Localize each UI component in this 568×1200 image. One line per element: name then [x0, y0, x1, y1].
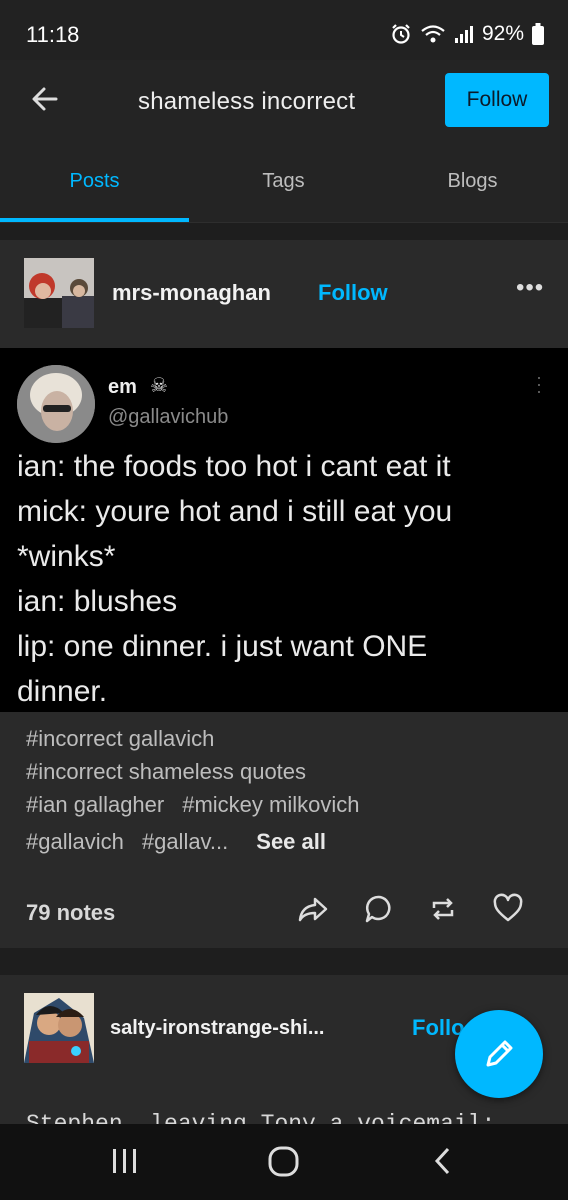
wifi-icon [421, 25, 445, 43]
reblog-icon[interactable] [428, 892, 458, 926]
pencil-icon [486, 1040, 513, 1067]
notes-count[interactable]: 79 notes [26, 900, 115, 926]
search-query-title[interactable]: shameless incorrect [138, 88, 355, 116]
tag-link[interactable]: #mickey milkovich [182, 792, 359, 817]
reply-icon[interactable] [364, 892, 394, 926]
post-actions [296, 892, 524, 926]
tweet-avatar [17, 365, 95, 443]
recent-apps-icon[interactable] [110, 1144, 140, 1178]
alarm-icon [392, 24, 410, 44]
status-bar: 11:18 92% [0, 0, 568, 60]
tweet-line: ian: the foods too hot i cant eat it [17, 450, 451, 483]
tab-tags[interactable]: Tags [189, 170, 378, 193]
share-icon[interactable] [296, 892, 330, 926]
back-button[interactable] [28, 82, 62, 116]
battery-icon [532, 23, 544, 45]
tag-link[interactable]: #gallav... [142, 829, 228, 854]
follow-search-button[interactable]: Follow [445, 73, 549, 127]
tag-link[interactable]: #incorrect gallavich [26, 726, 214, 751]
blog-name[interactable]: mrs-monaghan [112, 280, 271, 306]
see-all-tags-button[interactable]: See all [256, 829, 326, 854]
home-icon[interactable] [266, 1144, 302, 1178]
tag-link[interactable]: #gallavich [26, 829, 124, 854]
skull-crossbones-icon: ☠ [150, 375, 168, 397]
tweet-more-icon: · · · [536, 367, 542, 401]
signal-icon [454, 26, 473, 43]
blog-avatar[interactable] [24, 258, 94, 328]
tweet-author-name: em [108, 376, 137, 398]
tab-posts[interactable]: Posts [0, 170, 189, 193]
tweet-line: dinner. [17, 675, 108, 708]
system-navigation-bar [0, 1124, 568, 1200]
tag-link[interactable]: #incorrect shameless quotes [26, 759, 306, 784]
tweet-line: lip: one dinner. i just want ONE [17, 630, 428, 663]
status-icons: 92% [390, 22, 544, 46]
follow-blog-button[interactable]: Follow [318, 280, 388, 306]
tweet-handle: @gallavichub [108, 406, 229, 428]
search-header: shameless incorrect Follow [0, 60, 568, 144]
post-header: mrs-monaghan Follow ••• [0, 240, 568, 348]
results-tabs: Posts Tags Blogs [0, 144, 568, 223]
tweet-screenshot: em ☠ @gallavichub · · · ian: the foods too… [0, 348, 568, 712]
tab-blogs[interactable]: Blogs [378, 170, 567, 193]
tweet-line: *winks* [17, 540, 116, 573]
more-options-icon[interactable]: ••• [516, 274, 544, 302]
tweet-line: ian: blushes [17, 585, 178, 618]
follow-blog-button[interactable]: Follo [412, 1015, 465, 1041]
blog-avatar[interactable] [24, 993, 94, 1063]
active-tab-indicator [0, 218, 189, 222]
status-time: 11:18 [26, 22, 80, 47]
battery-percent: 92% [481, 22, 524, 45]
like-heart-icon[interactable] [492, 892, 524, 926]
back-nav-icon[interactable] [428, 1144, 458, 1178]
post-tags: #incorrect gallavich #incorrect shameles… [26, 722, 546, 858]
compose-post-button[interactable] [455, 1010, 543, 1098]
tweet-text: ian: the foods too hot i cant eat it mic… [17, 444, 557, 714]
arrow-left-icon [32, 87, 58, 111]
tag-link[interactable]: #ian gallagher [26, 792, 164, 817]
post-card: mrs-monaghan Follow ••• em ☠ @gallavichu… [0, 240, 568, 948]
tweet-line: mick: youre hot and i still eat you [17, 495, 453, 528]
blog-name[interactable]: salty-ironstrange-shi... [110, 1017, 325, 1040]
